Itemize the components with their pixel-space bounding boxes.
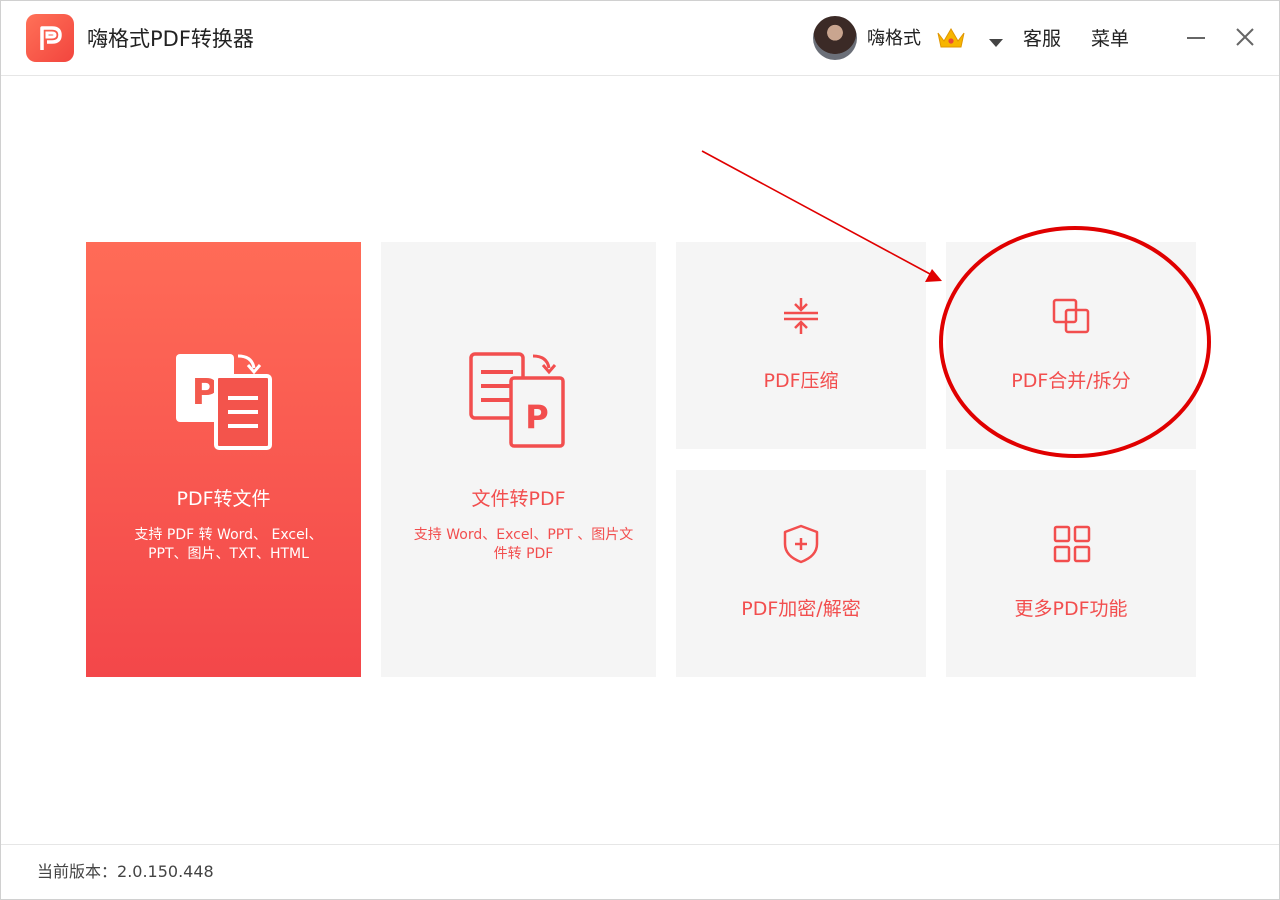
card-description: 支持 PDF 转 Word、 Excel、 PPT、图片、TXT、HTML [134,527,323,562]
card-title: PDF合并/拆分 [1011,370,1131,392]
file-to-pdf-card[interactable]: P 文件转PDF 支持 Word、Excel、PPT 、图片文件转 PDF [381,242,656,677]
shield-icon [783,524,819,564]
merge-split-icon [1052,298,1090,334]
menu-link[interactable]: 菜单 [1091,27,1129,51]
svg-text:P: P [525,398,548,436]
card-title: PDF转文件 [176,488,271,510]
status-bar: 当前版本：2.0.150.448 [1,844,1279,900]
pdf-compress-card[interactable]: PDF压缩 [676,242,926,449]
app-window: 嗨格式PDF转换器 嗨格式 客服 菜单 P PDF转文件 支持 PDF 转 Wo… [0,0,1280,900]
grid-icon [1053,525,1091,563]
version-info: 当前版本：2.0.150.448 [37,861,214,883]
card-title: PDF压缩 [763,370,839,392]
compress-icon [784,298,818,334]
card-title: 更多PDF功能 [1014,598,1128,620]
caret-down-icon[interactable] [989,33,1003,52]
more-pdf-card[interactable]: 更多PDF功能 [946,470,1196,677]
card-title: PDF加密/解密 [741,598,861,620]
vip-crown-icon [935,25,967,55]
pdf-to-file-card[interactable]: P PDF转文件 支持 PDF 转 Word、 Excel、 PPT、图片、TX… [86,242,361,677]
minimize-button[interactable] [1187,37,1205,39]
version-number: 2.0.150.448 [117,862,214,881]
pdf-merge-split-card[interactable]: PDF合并/拆分 [946,242,1196,449]
username[interactable]: 嗨格式 [867,27,921,51]
pdf-to-file-icon: P [175,354,272,450]
customer-service-link[interactable]: 客服 [1023,27,1061,51]
app-logo-icon [26,14,74,62]
version-label: 当前版本： [37,862,118,881]
card-description: 支持 Word、Excel、PPT 、图片文件转 PDF [413,527,634,562]
card-title: 文件转PDF [471,488,566,510]
close-button[interactable] [1235,27,1255,47]
user-avatar[interactable] [813,16,857,60]
title-bar: 嗨格式PDF转换器 嗨格式 客服 菜单 [1,1,1279,76]
close-icon [1236,28,1254,46]
app-title: 嗨格式PDF转换器 [87,27,254,51]
pdf-encrypt-card[interactable]: PDF加密/解密 [676,470,926,677]
file-to-pdf-icon: P [468,352,565,448]
